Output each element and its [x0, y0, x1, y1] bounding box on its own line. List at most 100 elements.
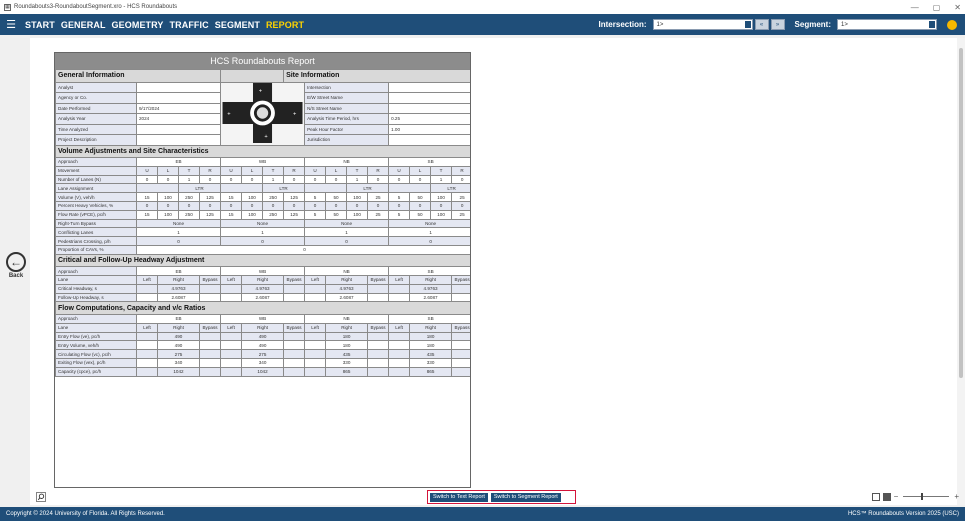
general-info-label: Analyst — [55, 81, 137, 93]
lane-assignment-value: LTR — [177, 183, 222, 194]
zoom-out-icon[interactable]: − — [894, 492, 899, 501]
pedestrians-crossing-value: 0 — [388, 236, 470, 246]
segment-label: Segment: — [794, 20, 831, 29]
dropdown-caret-icon — [744, 21, 751, 28]
menu-start[interactable]: START — [22, 20, 58, 30]
maximize-button[interactable]: ▢ — [933, 3, 941, 12]
report-title: HCS Roundabouts Report — [55, 53, 470, 69]
number-of-lanes-cell: 0 — [198, 174, 222, 185]
header-spacer — [220, 69, 285, 83]
right-turn-bypass-row: Right-Turn Bypass None None None None — [55, 218, 470, 229]
section-header-row: Volume Adjustments and Site Characterist… — [55, 144, 470, 158]
multi-page-view-icon[interactable] — [882, 492, 891, 501]
table-cell — [367, 292, 390, 303]
entry-volume-label: Entry Volume, veh/h — [55, 340, 137, 351]
approach-label: Approach — [55, 313, 137, 324]
number-of-lanes-cell: 1 — [178, 174, 200, 185]
back-arrow-icon: ← — [6, 252, 26, 272]
critical-headway-label: Critical Headway, s — [55, 283, 137, 294]
minimize-button[interactable]: — — [911, 3, 919, 12]
critical-headway-value: 4.9763 — [409, 283, 453, 294]
back-button[interactable]: ← Back — [6, 252, 26, 279]
close-button[interactable]: ✕ — [954, 3, 961, 12]
flow-rate-cell: 125 — [283, 209, 306, 220]
table-cell — [451, 292, 470, 303]
hamburger-menu-icon[interactable]: ☰ — [0, 14, 22, 35]
approach-name: EB — [135, 266, 222, 277]
critical-headway-value: 4.9763 — [325, 283, 369, 294]
follow-up-headway-value: 2.6087 — [241, 292, 285, 303]
volume-cell: 5 — [304, 192, 327, 202]
general-info-label: Time Analyzed — [55, 123, 137, 135]
heavy-vehicles-row: Percent Heavy Vehicles, % 0 0 0 0 0 0 0 0 0 0 0 0 0 0 0… — [55, 200, 470, 211]
table-cell — [220, 283, 243, 294]
single-page-view-icon[interactable] — [871, 492, 880, 501]
heavy-vehicles-cell: 0 — [198, 200, 222, 211]
menu-traffic[interactable]: TRAFFIC — [167, 20, 212, 30]
movement-name: T — [178, 165, 200, 176]
table-cell — [367, 357, 390, 368]
entry-flow-value: 490 — [157, 331, 200, 342]
volume-cell: 50 — [409, 192, 432, 202]
switch-buttons-group: Switch to Text Report Switch to Segment … — [427, 490, 576, 504]
table-cell — [304, 357, 327, 368]
capacity-row: Capacity (cpce), pc/h 1042 1042 865 865 — [55, 366, 470, 377]
menu-general[interactable]: GENERAL — [58, 20, 109, 30]
circulating-flow-value: 435 — [409, 349, 453, 359]
table-cell — [220, 183, 264, 194]
lane-label: Lane — [55, 275, 137, 285]
movement-name: L — [241, 165, 264, 176]
menu-segment[interactable]: SEGMENT — [212, 20, 263, 30]
heavy-vehicles-cell: 0 — [367, 200, 390, 211]
heavy-vehicles-cell: 0 — [136, 200, 158, 211]
site-info-label: Peak Hour Factor — [304, 123, 390, 135]
circulating-flow-row: Circulating Flow (vc), pc/h 275 275 435 435 — [55, 349, 470, 359]
lane-col-bypass: Bypass — [283, 322, 306, 333]
table-cell — [451, 331, 470, 342]
copyright-text: Copyright © 2024 University of Florida. … — [6, 511, 165, 517]
entry-flow-row: Entry Flow (ve), pc/h 490 490 180 180 — [55, 331, 470, 342]
headway-header: Critical and Follow-Up Headway Adjustmen… — [55, 253, 470, 268]
heavy-vehicles-cell: 0 — [451, 200, 470, 211]
scrollbar-thumb[interactable] — [959, 48, 963, 378]
menu-report[interactable]: REPORT — [263, 20, 307, 30]
table-cell — [220, 331, 243, 342]
table-cell — [283, 331, 306, 342]
volume-cell: 250 — [178, 192, 200, 202]
conflicting-lanes-value: 1 — [304, 227, 390, 238]
search-icon[interactable] — [36, 492, 46, 502]
next-intersection-button[interactable]: » — [770, 19, 785, 30]
zoom-in-icon[interactable]: + — [954, 492, 959, 501]
entry-flow-label: Entry Flow (ve), pc/h — [55, 331, 137, 342]
pedestrians-crossing-value: 0 — [135, 236, 222, 246]
prev-intersection-button[interactable]: « — [754, 19, 769, 30]
capacity-label: Capacity (cpce), pc/h — [55, 366, 137, 377]
flow-rate-cell: 100 — [346, 209, 369, 220]
volume-cell: 5 — [388, 192, 411, 202]
conflicting-lanes-value: 1 — [220, 227, 306, 238]
lane-col-left: Left — [388, 322, 411, 333]
right-turn-bypass-value: None — [135, 218, 222, 229]
lane-label: Lane — [55, 322, 137, 333]
approach-label: Approach — [55, 157, 137, 167]
heavy-vehicles-cell: 0 — [304, 200, 327, 211]
volume-cell: 100 — [157, 192, 179, 202]
info-icon[interactable] — [947, 19, 957, 30]
volume-cell: 25 — [451, 192, 470, 202]
intersection-select[interactable]: 1> — [652, 19, 753, 30]
menu-geometry[interactable]: GEOMETRY — [109, 20, 167, 30]
vertical-scrollbar[interactable] — [957, 38, 965, 505]
movement-name: R — [451, 165, 470, 176]
switch-to-text-report-button[interactable]: Switch to Text Report — [430, 492, 488, 502]
general-info-label: Date Performed — [55, 102, 137, 114]
general-info-value: 9/17/2024 — [135, 102, 222, 114]
table-cell — [451, 366, 470, 377]
switch-to-segment-report-button[interactable]: Switch to Segment Report — [490, 492, 561, 502]
zoom-slider-knob[interactable] — [921, 493, 924, 500]
table-cell — [220, 340, 243, 351]
segment-select[interactable]: 1> — [837, 19, 937, 30]
right-turn-bypass-label: Right-Turn Bypass — [55, 218, 137, 229]
heavy-vehicles-cell: 0 — [262, 200, 285, 211]
zoom-slider[interactable] — [903, 493, 950, 500]
entry-flow-value: 490 — [241, 331, 285, 342]
